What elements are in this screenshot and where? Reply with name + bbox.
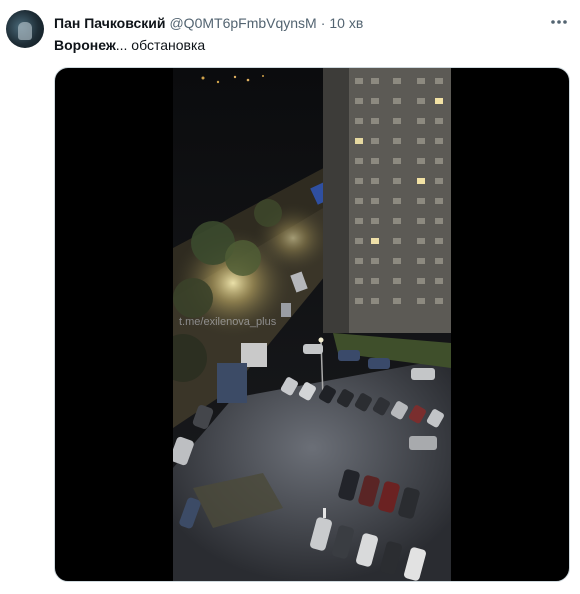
tweet-timestamp[interactable]: 10 хв (329, 15, 363, 31)
tweet-text-rest: ... обстановка (115, 37, 206, 53)
avatar-figure-icon (18, 22, 32, 40)
video-frame[interactable]: t.me/exilenova_plus (173, 68, 451, 581)
tweet-text-bold: Воронеж (54, 37, 116, 53)
video-watermark: t.me/exilenova_plus (179, 316, 277, 328)
tweet-text: Воронеж... обстановка (54, 36, 205, 54)
tweet-header: Пан Пачковский @Q0MT6pFmbVqynsM · 10 хв (54, 13, 524, 33)
author-avatar[interactable] (6, 10, 44, 48)
author-display-name[interactable]: Пан Пачковский (54, 15, 165, 31)
more-horizontal-icon (551, 20, 567, 24)
separator-dot: · (320, 15, 326, 31)
more-options-button[interactable] (548, 12, 570, 32)
tweet: Пан Пачковский @Q0MT6pFmbVqynsM · 10 хв … (0, 0, 580, 594)
author-handle[interactable]: @Q0MT6pFmbVqynsM (169, 15, 316, 31)
tweet-media-video[interactable]: t.me/exilenova_plus (54, 67, 570, 582)
